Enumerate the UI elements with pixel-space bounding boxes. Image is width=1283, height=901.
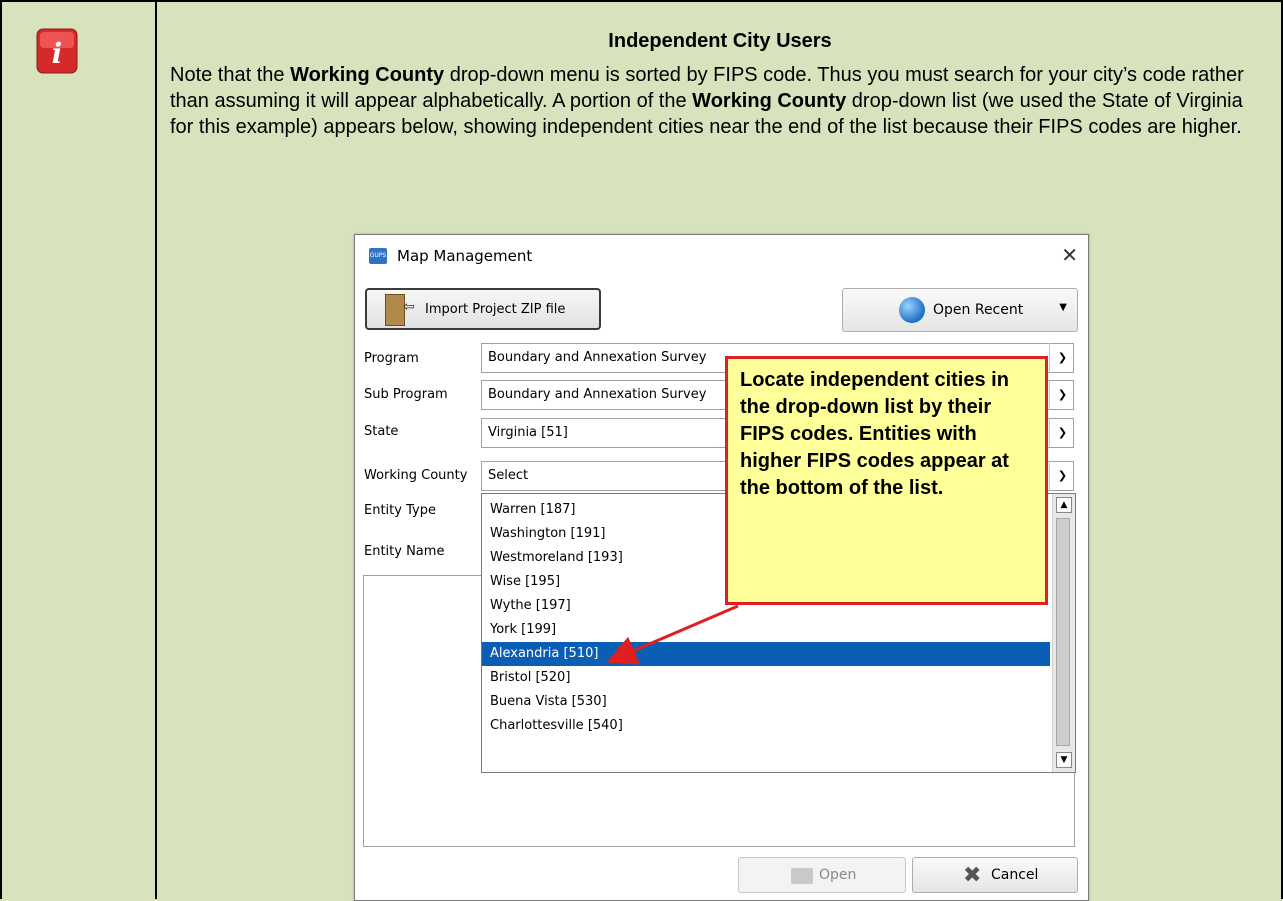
callout-box: Locate independent cities in the drop-do… (725, 356, 1048, 605)
scroll-down-icon[interactable]: ▼ (1056, 752, 1072, 768)
open-recent-button[interactable]: Open Recent ▼ (842, 288, 1078, 332)
caret-down-icon[interactable]: ▼ (1059, 302, 1067, 313)
sub-program-label: Sub Program (364, 387, 448, 402)
globe-icon (899, 297, 925, 323)
import-zip-button[interactable]: ⇦ Import Project ZIP file (365, 288, 601, 330)
open-label: Open (819, 867, 857, 883)
dropdown-item[interactable]: Buena Vista [530] (482, 690, 1050, 714)
app-icon: GUPS (369, 248, 387, 264)
dropdown-item[interactable]: Charlottesville [540] (482, 714, 1050, 738)
dropdown-item[interactable]: York [199] (482, 618, 1050, 642)
table-top-border (0, 0, 1283, 2)
chevron-down-icon[interactable]: ❯ (1049, 380, 1075, 410)
close-icon[interactable]: ✕ (1061, 243, 1078, 267)
chevron-down-icon[interactable]: ❯ (1049, 461, 1075, 491)
folder-icon (791, 868, 813, 884)
open-recent-label: Open Recent (933, 302, 1024, 318)
program-label: Program (364, 351, 419, 366)
state-label: State (364, 424, 399, 439)
zip-file-icon (385, 294, 405, 326)
table-left-border (0, 0, 2, 899)
entity-type-label: Entity Type (364, 503, 436, 518)
dropdown-item[interactable]: Bristol [520] (482, 666, 1050, 690)
note-paragraph: Note that the Working County drop-down m… (170, 64, 1244, 138)
scroll-thumb[interactable] (1056, 518, 1070, 746)
info-icon: i (36, 28, 78, 74)
dialog-titlebar: GUPS Map Management ✕ (355, 235, 1088, 279)
note-heading: Independent City Users (608, 30, 832, 52)
working-county-label: Working County (364, 468, 468, 483)
column-divider (155, 0, 157, 899)
cancel-button[interactable]: ✖ Cancel (912, 857, 1078, 893)
open-button[interactable]: Open (738, 857, 906, 893)
svg-text:i: i (52, 37, 63, 70)
scroll-up-icon[interactable]: ▲ (1056, 497, 1072, 513)
cancel-label: Cancel (991, 867, 1039, 883)
arrow-left-icon: ⇦ (403, 299, 415, 315)
dropdown-item-selected[interactable]: Alexandria [510] (482, 642, 1050, 666)
chevron-down-icon[interactable]: ❯ (1049, 418, 1075, 448)
cancel-x-icon: ✖ (963, 863, 982, 888)
import-zip-label: Import Project ZIP file (425, 302, 566, 317)
dropdown-scrollbar[interactable]: ▲ ▼ (1052, 494, 1075, 772)
chevron-down-icon[interactable]: ❯ (1049, 343, 1075, 373)
dialog-title: Map Management (397, 247, 533, 265)
entity-name-label: Entity Name (364, 544, 445, 559)
